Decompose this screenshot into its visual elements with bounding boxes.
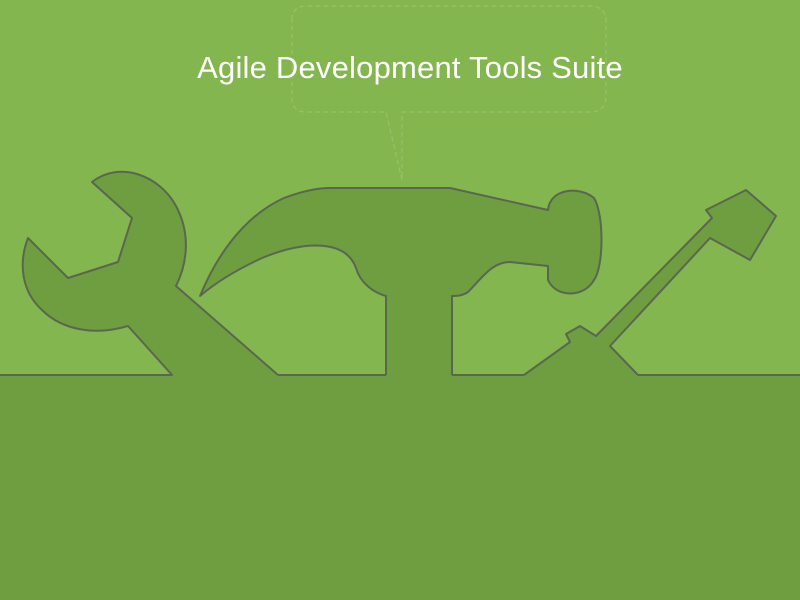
wrench-icon	[0, 170, 279, 376]
hammer-icon	[199, 187, 603, 375]
ground	[0, 375, 800, 600]
slide: Agile Development Tools Suite	[0, 0, 800, 600]
title-bubble-outline	[291, 5, 607, 181]
tools-illustration	[0, 5, 800, 600]
slide-title: Agile Development Tools Suite	[197, 50, 623, 85]
